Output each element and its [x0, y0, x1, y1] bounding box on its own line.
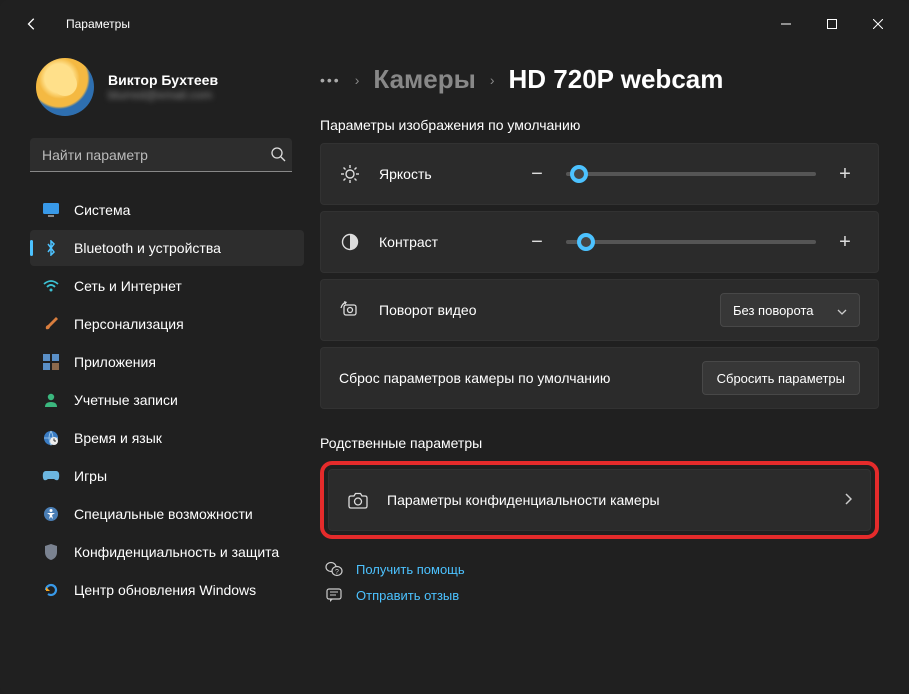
- sidebar-item-label: Специальные возможности: [74, 506, 253, 522]
- titlebar: Параметры: [0, 0, 909, 48]
- sidebar-item-time[interactable]: Время и язык: [30, 420, 304, 456]
- privacy-label: Параметры конфиденциальности камеры: [387, 492, 660, 508]
- feedback-label: Отправить отзыв: [356, 588, 459, 603]
- main-content: ••• › Камеры › HD 720P webcam Параметры …: [310, 48, 909, 694]
- sidebar-item-label: Персонализация: [74, 316, 184, 332]
- sidebar-item-gaming[interactable]: Игры: [30, 458, 304, 494]
- search-icon: [270, 146, 286, 167]
- sidebar-item-network[interactable]: Сеть и Интернет: [30, 268, 304, 304]
- sidebar-item-label: Сеть и Интернет: [74, 278, 182, 294]
- contrast-card: Контраст − +: [320, 211, 879, 273]
- person-icon: [42, 391, 60, 409]
- brightness-slider[interactable]: [566, 172, 816, 176]
- feedback-link[interactable]: Отправить отзыв: [324, 587, 879, 603]
- rotation-dropdown[interactable]: Без поворота: [720, 293, 860, 327]
- highlight-annotation: Параметры конфиденциальности камеры: [320, 461, 879, 539]
- help-label: Получить помощь: [356, 562, 465, 577]
- sidebar-item-update[interactable]: Центр обновления Windows: [30, 572, 304, 608]
- profile-block[interactable]: Виктор Бухтеев blurred@email.com: [30, 58, 304, 116]
- bluetooth-icon: [42, 239, 60, 257]
- accessibility-icon: [42, 505, 60, 523]
- window-title: Параметры: [66, 17, 130, 31]
- sidebar-item-label: Игры: [74, 468, 107, 484]
- contrast-icon: [339, 233, 361, 251]
- brightness-label: Яркость: [379, 166, 432, 182]
- breadcrumb-overflow[interactable]: •••: [320, 72, 341, 88]
- svg-text:?: ?: [335, 569, 339, 576]
- breadcrumb-cameras[interactable]: Камеры: [373, 64, 475, 95]
- shield-icon: [42, 543, 60, 561]
- sidebar-item-label: Время и язык: [74, 430, 162, 446]
- close-button[interactable]: [855, 8, 901, 40]
- rotation-card: Поворот видео Без поворота: [320, 279, 879, 341]
- sidebar-item-label: Система: [74, 202, 130, 218]
- minimize-button[interactable]: [763, 8, 809, 40]
- sidebar-item-label: Bluetooth и устройства: [74, 240, 221, 256]
- globe-icon: [42, 429, 60, 447]
- brightness-card: Яркость − +: [320, 143, 879, 205]
- section-title-related: Родственные параметры: [320, 435, 879, 451]
- back-button[interactable]: [18, 10, 46, 38]
- sidebar-item-bluetooth[interactable]: Bluetooth и устройства: [30, 230, 304, 266]
- chevron-right-icon: ›: [490, 72, 495, 88]
- chevron-down-icon: [837, 303, 847, 318]
- breadcrumb: ••• › Камеры › HD 720P webcam: [320, 64, 879, 95]
- sidebar: Виктор Бухтеев blurred@email.com Система…: [0, 48, 310, 694]
- contrast-slider[interactable]: [566, 240, 816, 244]
- contrast-increase[interactable]: +: [830, 227, 860, 257]
- chevron-right-icon: ›: [355, 72, 360, 88]
- sidebar-item-privacy[interactable]: Конфиденциальность и защита: [30, 534, 304, 570]
- profile-name: Виктор Бухтеев: [108, 72, 218, 88]
- gamepad-icon: [42, 467, 60, 485]
- sidebar-item-personalization[interactable]: Персонализация: [30, 306, 304, 342]
- reset-card: Сброс параметров камеры по умолчанию Сбр…: [320, 347, 879, 409]
- sidebar-item-label: Центр обновления Windows: [74, 582, 256, 598]
- brightness-decrease[interactable]: −: [522, 159, 552, 189]
- sidebar-item-apps[interactable]: Приложения: [30, 344, 304, 380]
- apps-icon: [42, 353, 60, 371]
- wifi-icon: [42, 277, 60, 295]
- sidebar-item-system[interactable]: Система: [30, 192, 304, 228]
- get-help-link[interactable]: ? Получить помощь: [324, 561, 879, 577]
- brush-icon: [42, 315, 60, 333]
- reset-label: Сброс параметров камеры по умолчанию: [339, 370, 610, 386]
- brightness-icon: [339, 164, 361, 184]
- sidebar-item-label: Учетные записи: [74, 392, 178, 408]
- camera-privacy-link[interactable]: Параметры конфиденциальности камеры: [328, 469, 871, 531]
- section-title-defaults: Параметры изображения по умолчанию: [320, 117, 879, 133]
- avatar: [36, 58, 94, 116]
- sidebar-item-label: Конфиденциальность и защита: [74, 544, 279, 560]
- sidebar-item-label: Приложения: [74, 354, 156, 370]
- contrast-label: Контраст: [379, 234, 438, 250]
- camera-icon: [347, 492, 369, 509]
- reset-button[interactable]: Сбросить параметры: [702, 361, 860, 395]
- search-input[interactable]: [30, 138, 292, 172]
- contrast-decrease[interactable]: −: [522, 227, 552, 257]
- chevron-right-icon: [844, 492, 852, 508]
- brightness-increase[interactable]: +: [830, 159, 860, 189]
- breadcrumb-current: HD 720P webcam: [509, 64, 724, 95]
- sidebar-item-accounts[interactable]: Учетные записи: [30, 382, 304, 418]
- update-icon: [42, 581, 60, 599]
- rotation-value: Без поворота: [733, 303, 814, 318]
- rotate-icon: [339, 301, 361, 319]
- rotation-label: Поворот видео: [379, 302, 476, 318]
- profile-email: blurred@email.com: [108, 88, 218, 102]
- monitor-icon: [42, 201, 60, 219]
- feedback-icon: [324, 587, 344, 603]
- help-icon: ?: [324, 561, 344, 577]
- sidebar-item-accessibility[interactable]: Специальные возможности: [30, 496, 304, 532]
- maximize-button[interactable]: [809, 8, 855, 40]
